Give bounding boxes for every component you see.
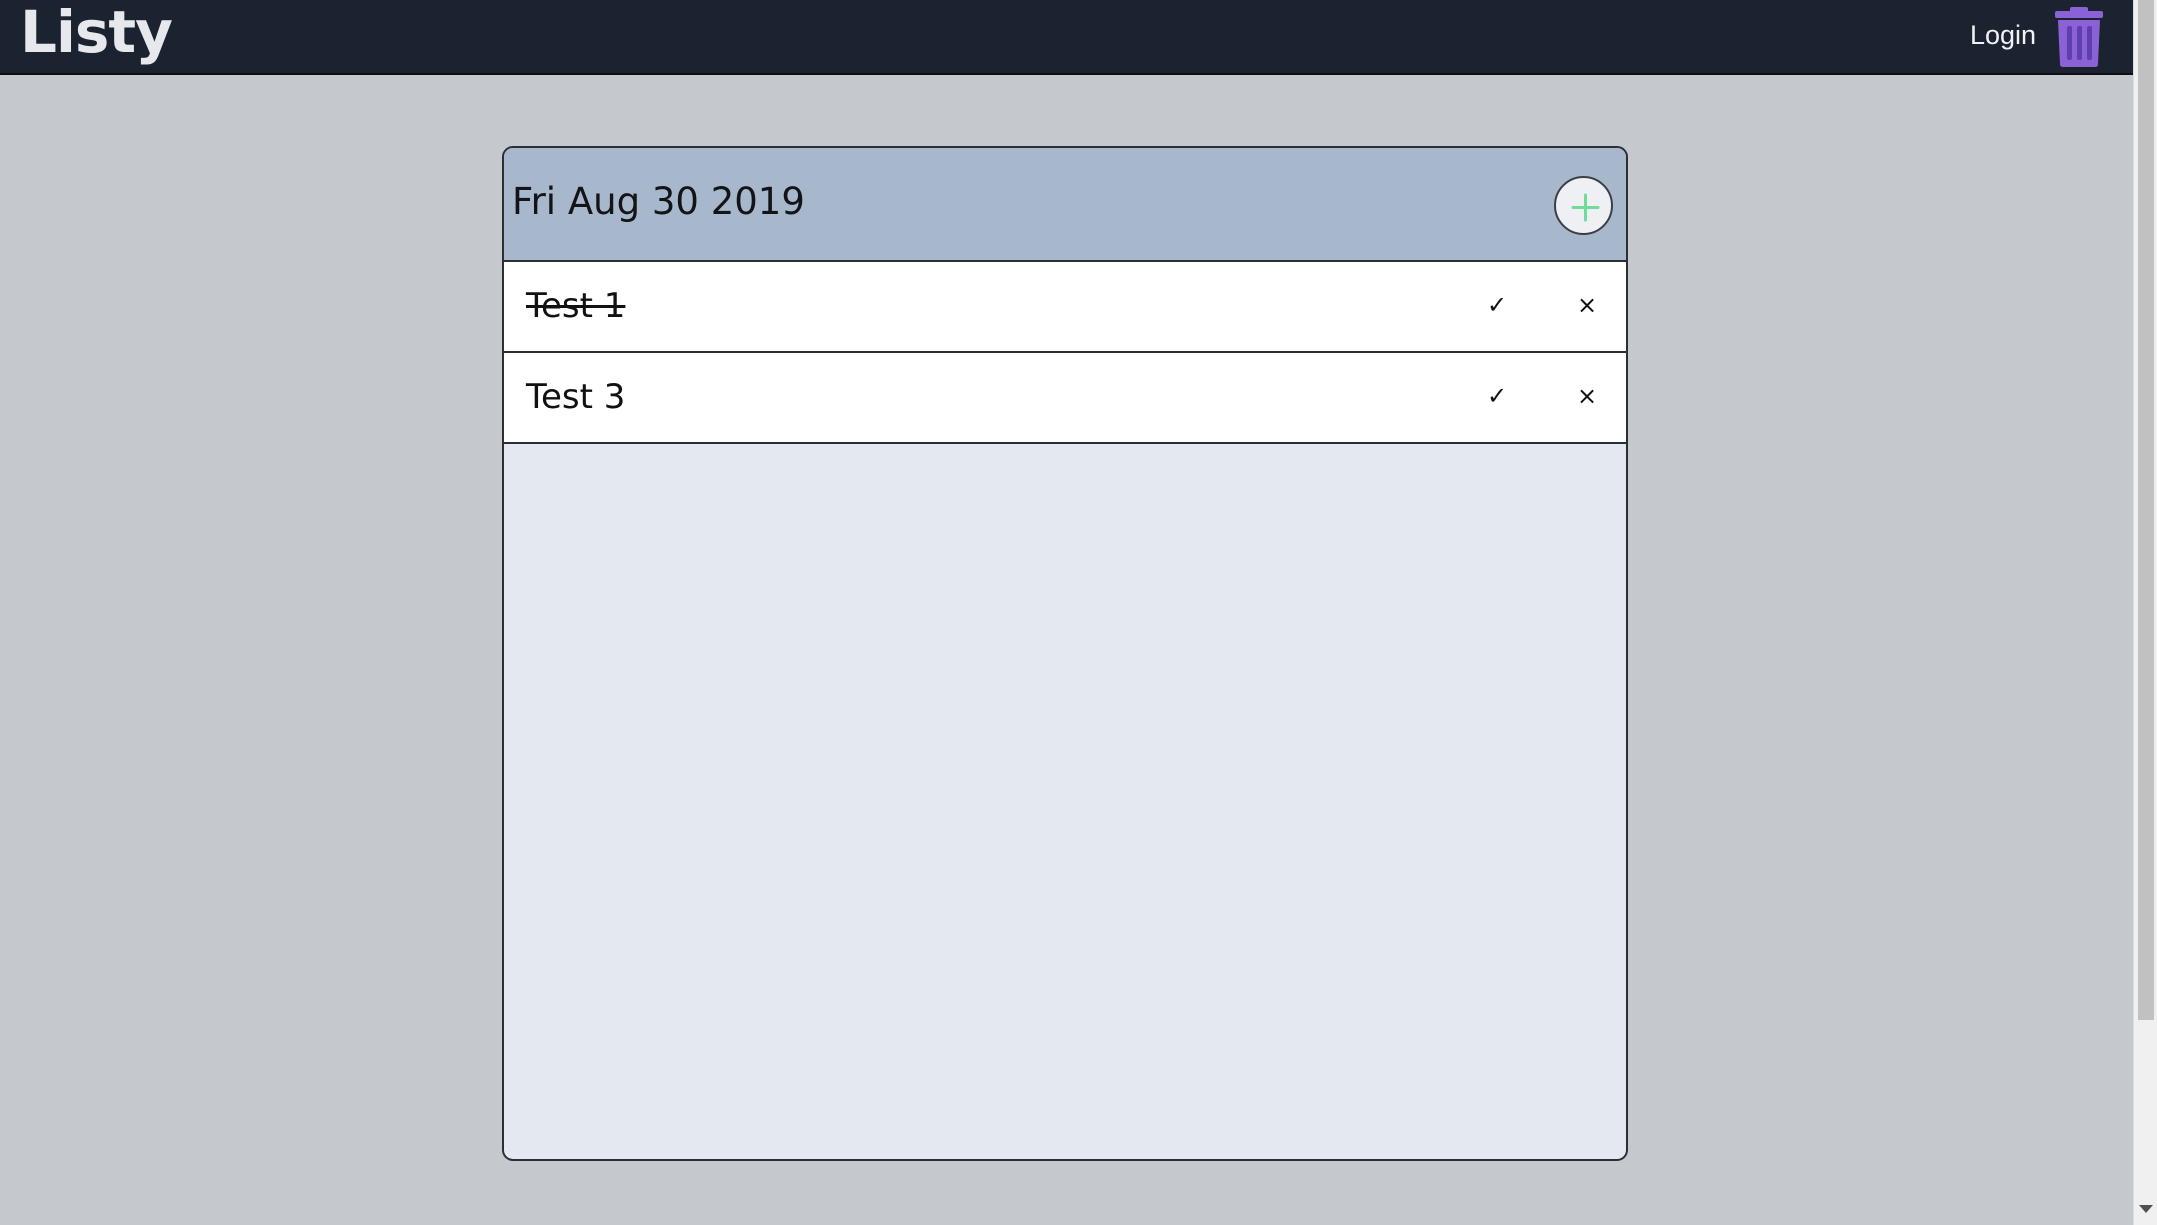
add-item-button[interactable] <box>1554 176 1613 235</box>
delete-item-button[interactable]: × <box>1570 379 1604 413</box>
page-scrollbar[interactable] <box>2133 0 2157 1225</box>
day-list-card: Fri Aug 30 2019 Test 1 ✓ × Test 3 ✓ × <box>502 146 1628 1161</box>
scroll-down-arrow-icon[interactable] <box>2139 1205 2153 1213</box>
list-item-label: Test 3 <box>526 377 626 417</box>
plus-icon <box>1571 193 1600 222</box>
date-title: Fri Aug 30 2019 <box>512 180 805 223</box>
complete-item-button[interactable]: ✓ <box>1480 379 1514 413</box>
card-header: Fri Aug 30 2019 <box>504 148 1626 262</box>
scrollbar-thumb[interactable] <box>2138 0 2154 1020</box>
complete-item-button[interactable]: ✓ <box>1480 288 1514 322</box>
list-item-label: Test 1 <box>526 286 626 326</box>
trash-icon-graphic <box>2055 7 2103 67</box>
trash-icon[interactable] <box>2053 6 2105 68</box>
login-link[interactable]: Login <box>1970 20 2036 51</box>
list-item: Test 1 ✓ × <box>504 262 1626 353</box>
brand-logo[interactable]: Listy <box>20 0 173 66</box>
list-item: Test 3 ✓ × <box>504 353 1626 444</box>
top-navbar: Listy Login <box>0 0 2133 75</box>
delete-item-button[interactable]: × <box>1570 288 1604 322</box>
